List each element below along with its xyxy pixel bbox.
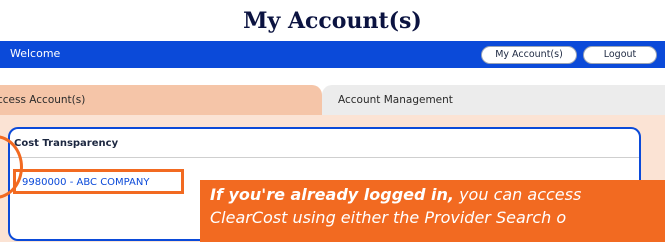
- instruction-callout: If you're already logged in, you can acc…: [200, 180, 665, 242]
- callout-line2: ClearCost using either the Provider Sear…: [210, 208, 567, 227]
- card-divider: [10, 157, 639, 158]
- tab-access-accounts-label: ccess Account(s): [0, 94, 86, 106]
- callout-bold-text: If you're already logged in,: [210, 185, 454, 204]
- account-link[interactable]: 9980000 - ABC COMPANY: [22, 177, 150, 188]
- page-title: My Account(s): [243, 8, 422, 34]
- my-accounts-button[interactable]: My Account(s): [481, 46, 577, 64]
- logout-button[interactable]: Logout: [583, 46, 657, 64]
- welcome-text: Welcome: [10, 47, 61, 60]
- callout-text: If you're already logged in, you can acc…: [210, 183, 665, 229]
- account-highlight-box: 9980000 - ABC COMPANY: [13, 169, 184, 194]
- card-title: Cost Transparency: [14, 138, 119, 149]
- top-nav-bar: Welcome My Account(s) Logout: [0, 41, 665, 68]
- tab-account-management-label: Account Management: [338, 94, 453, 106]
- tab-access-accounts[interactable]: ccess Account(s): [0, 85, 322, 115]
- callout-line1: you can access: [454, 185, 582, 204]
- tab-account-management[interactable]: Account Management: [322, 85, 665, 115]
